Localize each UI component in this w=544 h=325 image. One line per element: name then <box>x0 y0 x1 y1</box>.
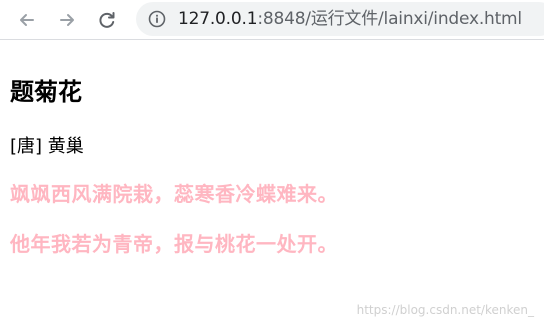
url-text[interactable]: 127.0.0.1:8848/运行文件/lainxi/index.html <box>178 9 522 29</box>
watermark: https://blog.csdn.net/kenken_ <box>356 303 534 317</box>
poem-line-2: 他年我若为青帝，报与桃花一处开。 <box>10 232 338 256</box>
page-content: 题菊花 [唐] 黄巢 飒飒西风满院栽，蕊寒香冷蝶难来。 他年我若为青帝，报与桃花… <box>0 41 544 325</box>
reload-button[interactable] <box>93 6 121 34</box>
forward-arrow-icon <box>60 14 74 26</box>
back-button[interactable] <box>13 6 41 34</box>
reload-icon <box>99 12 115 28</box>
poem-line-1: 飒飒西风满院栽，蕊寒香冷蝶难来。 <box>10 182 338 206</box>
back-arrow-icon <box>20 14 34 26</box>
address-bar[interactable]: 127.0.0.1:8848/运行文件/lainxi/index.html <box>136 2 544 36</box>
browser-toolbar: 127.0.0.1:8848/运行文件/lainxi/index.html <box>0 0 544 40</box>
poem-author: [唐] 黄巢 <box>10 136 84 157</box>
url-host: 127.0.0.1 <box>178 9 258 29</box>
info-icon[interactable] <box>148 10 166 28</box>
poem-title: 题菊花 <box>10 78 82 106</box>
forward-button[interactable] <box>53 6 81 34</box>
url-path: :8848/运行文件/lainxi/index.html <box>257 9 522 29</box>
